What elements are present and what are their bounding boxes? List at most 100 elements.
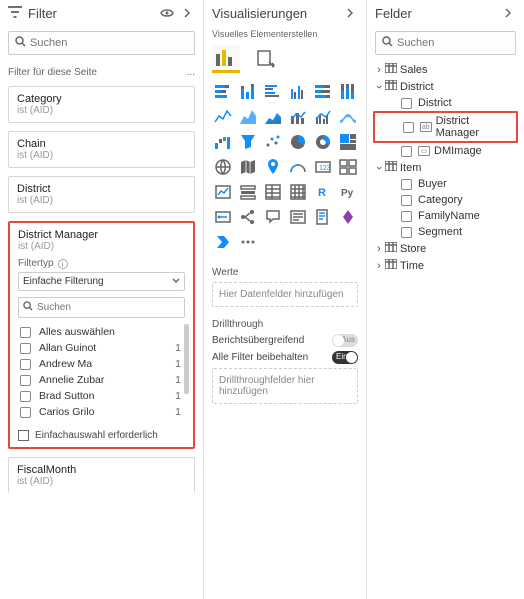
field-district-manager[interactable]: ab District Manager [375,113,516,141]
single-select-row[interactable]: Einfachauswahl erforderlich [18,430,185,441]
field-category[interactable]: Category [371,192,520,208]
filter-value-row[interactable]: Brad Sutton1 [18,388,185,404]
collapse-icon[interactable] [179,6,195,21]
table-store[interactable]: › Store [371,240,520,257]
checkbox[interactable] [401,195,412,206]
filter-card-district[interactable]: District ist (AID) [8,176,195,213]
map-icon[interactable] [212,156,234,178]
build-visual-tab[interactable] [212,45,240,73]
powerapps-icon[interactable] [337,206,359,228]
filter-card-fiscalmonth[interactable]: FiscalMonth ist (AID) [8,457,195,493]
line-stacked-combo-icon[interactable] [287,106,309,128]
format-visual-tab[interactable] [252,45,280,73]
fields-search-input[interactable] [397,37,524,49]
clustered-bar-icon[interactable] [262,81,284,103]
eye-icon[interactable] [159,6,175,21]
field-dmimage[interactable]: ▭ DMImage [371,143,520,159]
field-segment[interactable]: Segment [371,224,520,240]
checkbox[interactable] [403,122,414,133]
viz-title: Visualisierungen [212,6,338,21]
info-icon[interactable]: i [58,259,68,269]
ribbon-chart-icon[interactable] [337,106,359,128]
toggle-keep-filters[interactable]: Ein [332,351,358,364]
stacked-column-icon[interactable] [237,81,259,103]
checkbox[interactable] [401,179,412,190]
kpi-icon[interactable] [212,181,234,203]
checkbox[interactable] [401,146,412,157]
scrollbar[interactable] [184,324,189,394]
table-icon[interactable] [262,181,284,203]
filter-search-input[interactable] [30,37,188,49]
stacked-bar-icon[interactable] [212,81,234,103]
clustered-column-icon[interactable] [287,81,309,103]
field-district[interactable]: District [371,95,520,111]
filter-value-row[interactable]: Alles auswählen [18,324,185,340]
checkbox[interactable] [20,359,31,370]
filter-value-search-input[interactable] [37,302,180,313]
smart-narrative-icon[interactable] [287,206,309,228]
pie-icon[interactable] [287,131,309,153]
paginated-report-icon[interactable] [312,206,334,228]
waterfall-icon[interactable] [212,131,234,153]
filter-search[interactable] [8,31,195,55]
r-visual-icon[interactable]: R [312,181,334,203]
filter-card-category[interactable]: Category ist (AID) [8,86,195,123]
filled-map-icon[interactable] [237,156,259,178]
funnel-icon[interactable] [237,131,259,153]
checkbox[interactable] [401,227,412,238]
checkbox[interactable] [20,391,31,402]
field-buyer[interactable]: Buyer [371,176,520,192]
toggle-cross-report[interactable]: Aus [332,334,358,347]
collapse-icon[interactable] [500,6,516,21]
card-icon[interactable]: 123 [312,156,334,178]
checkbox[interactable] [401,211,412,222]
filter-value-row[interactable]: Annelie Zubar1 [18,372,185,388]
donut-icon[interactable] [312,131,334,153]
filter-card-chain[interactable]: Chain ist (AID) [8,131,195,168]
gauge-icon[interactable] [287,156,309,178]
stacked-area-icon[interactable] [262,106,284,128]
field-familyname[interactable]: FamilyName [371,208,520,224]
fields-header: Felder [367,0,524,27]
werte-dropzone[interactable]: Hier Datenfelder hinzufügen [212,282,358,307]
multi-card-icon[interactable] [337,156,359,178]
drillthrough-dropzone[interactable]: Drillthroughfelder hier hinzufügen [212,368,358,404]
line-clustered-combo-icon[interactable] [312,106,334,128]
table-item[interactable]: › Item [371,159,520,176]
checkbox[interactable] [20,343,31,354]
filter-value-row[interactable]: Allan Guinot1 [18,340,185,356]
line-chart-icon[interactable] [212,106,234,128]
key-influencers-icon[interactable] [212,206,234,228]
area-chart-icon[interactable] [237,106,259,128]
checkbox[interactable] [20,327,31,338]
table-district[interactable]: › District [371,78,520,95]
scatter-icon[interactable] [262,131,284,153]
stacked100-bar-icon[interactable] [312,81,334,103]
filtertyp-dropdown[interactable]: Einfache Filterung [18,272,185,291]
filter-value-row[interactable]: Andrew Ma1 [18,356,185,372]
slicer-icon[interactable] [237,181,259,203]
more-icon[interactable]: ... [187,67,195,78]
python-visual-icon[interactable]: Py [337,181,359,203]
qa-visual-icon[interactable] [262,206,284,228]
table-sales[interactable]: › Sales [371,61,520,78]
checkbox[interactable] [401,98,412,109]
table-time[interactable]: › Time [371,257,520,274]
power-automate-icon[interactable] [212,231,234,253]
treemap-icon[interactable] [337,131,359,153]
chevron-down-icon [172,276,180,287]
field-tree: › Sales › District District ab District … [367,59,524,276]
checkbox[interactable] [18,430,29,441]
filter-value-search[interactable] [18,297,185,318]
checkbox[interactable] [20,407,31,418]
more-visuals-icon[interactable] [237,231,259,253]
decomposition-tree-icon[interactable] [237,206,259,228]
checkbox[interactable] [20,375,31,386]
collapse-icon[interactable] [342,6,358,21]
filter-card-district-manager[interactable]: District Manager ist (AID) Filtertyp i E… [8,221,195,449]
fields-search[interactable] [375,31,516,55]
filter-value-row[interactable]: Carios Grilo1 [18,404,185,420]
stacked100-column-icon[interactable] [337,81,359,103]
azure-map-icon[interactable] [262,156,284,178]
matrix-icon[interactable] [287,181,309,203]
